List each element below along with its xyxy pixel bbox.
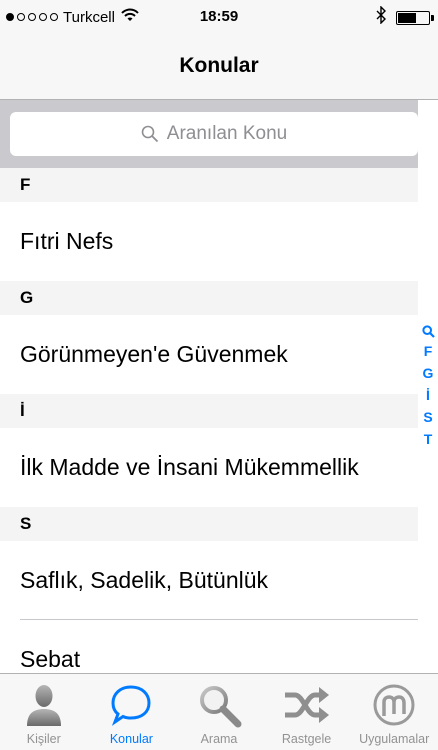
list-item[interactable]: Saflık, Sadelik, Bütünlük xyxy=(0,541,418,620)
bluetooth-icon xyxy=(376,5,386,29)
search-icon xyxy=(141,125,159,143)
status-time: 18:59 xyxy=(199,8,239,25)
tab-label: Kişiler xyxy=(26,732,61,746)
index-search-icon[interactable] xyxy=(421,322,435,340)
tab-label: Konular xyxy=(109,732,153,746)
tab-kisiler[interactable]: Kişiler xyxy=(0,674,88,750)
search-area: Aranılan Konu xyxy=(0,100,418,168)
magnifier-icon xyxy=(194,680,244,730)
search-placeholder: Aranılan Konu xyxy=(166,123,288,144)
section-index[interactable]: F G İ S T xyxy=(418,322,438,450)
list-item[interactable]: Sebat xyxy=(0,620,418,673)
tab-label: Uygulamalar xyxy=(359,732,430,746)
person-icon xyxy=(19,680,69,730)
tab-label: Rastgele xyxy=(281,732,332,746)
status-right xyxy=(376,5,434,29)
index-letter-i[interactable]: İ xyxy=(426,384,430,406)
search-input[interactable]: Aranılan Konu xyxy=(10,112,418,156)
index-letter-g[interactable]: G xyxy=(423,362,434,384)
tab-bar: Kişiler Konular Arama Rastgele Uygulamal… xyxy=(0,673,438,750)
section-header-g: G xyxy=(0,281,418,315)
tab-rastgele[interactable]: Rastgele xyxy=(263,674,351,750)
tab-konular[interactable]: Konular xyxy=(88,674,176,750)
list-item[interactable]: İlk Madde ve İnsani Mükemmellik xyxy=(0,428,418,507)
section-header-f: F xyxy=(0,168,418,202)
page-title: Konular xyxy=(179,54,259,77)
tab-uygulamalar[interactable]: Uygulamalar xyxy=(350,674,438,750)
section-header-s: S xyxy=(0,507,418,541)
list-item[interactable]: Fıtri Nefs xyxy=(0,202,418,281)
tab-arama[interactable]: Arama xyxy=(175,674,263,750)
index-letter-s[interactable]: S xyxy=(423,406,432,428)
topic-list[interactable]: F Fıtri Nefs G Görünmeyen'e Güvenmek İ İ… xyxy=(0,168,418,673)
battery-icon xyxy=(396,10,434,25)
shuffle-icon xyxy=(282,680,332,730)
list-item[interactable]: Görünmeyen'e Güvenmek xyxy=(0,315,418,394)
status-bar: Turkcell 18:59 xyxy=(0,0,438,32)
section-header-i: İ xyxy=(0,394,418,428)
apps-m-icon xyxy=(369,680,419,730)
speech-bubble-icon xyxy=(106,680,156,730)
index-letter-t[interactable]: T xyxy=(424,428,433,450)
index-letter-f[interactable]: F xyxy=(424,340,433,362)
tab-label: Arama xyxy=(200,732,238,746)
navigation-bar: Konular xyxy=(0,32,438,100)
